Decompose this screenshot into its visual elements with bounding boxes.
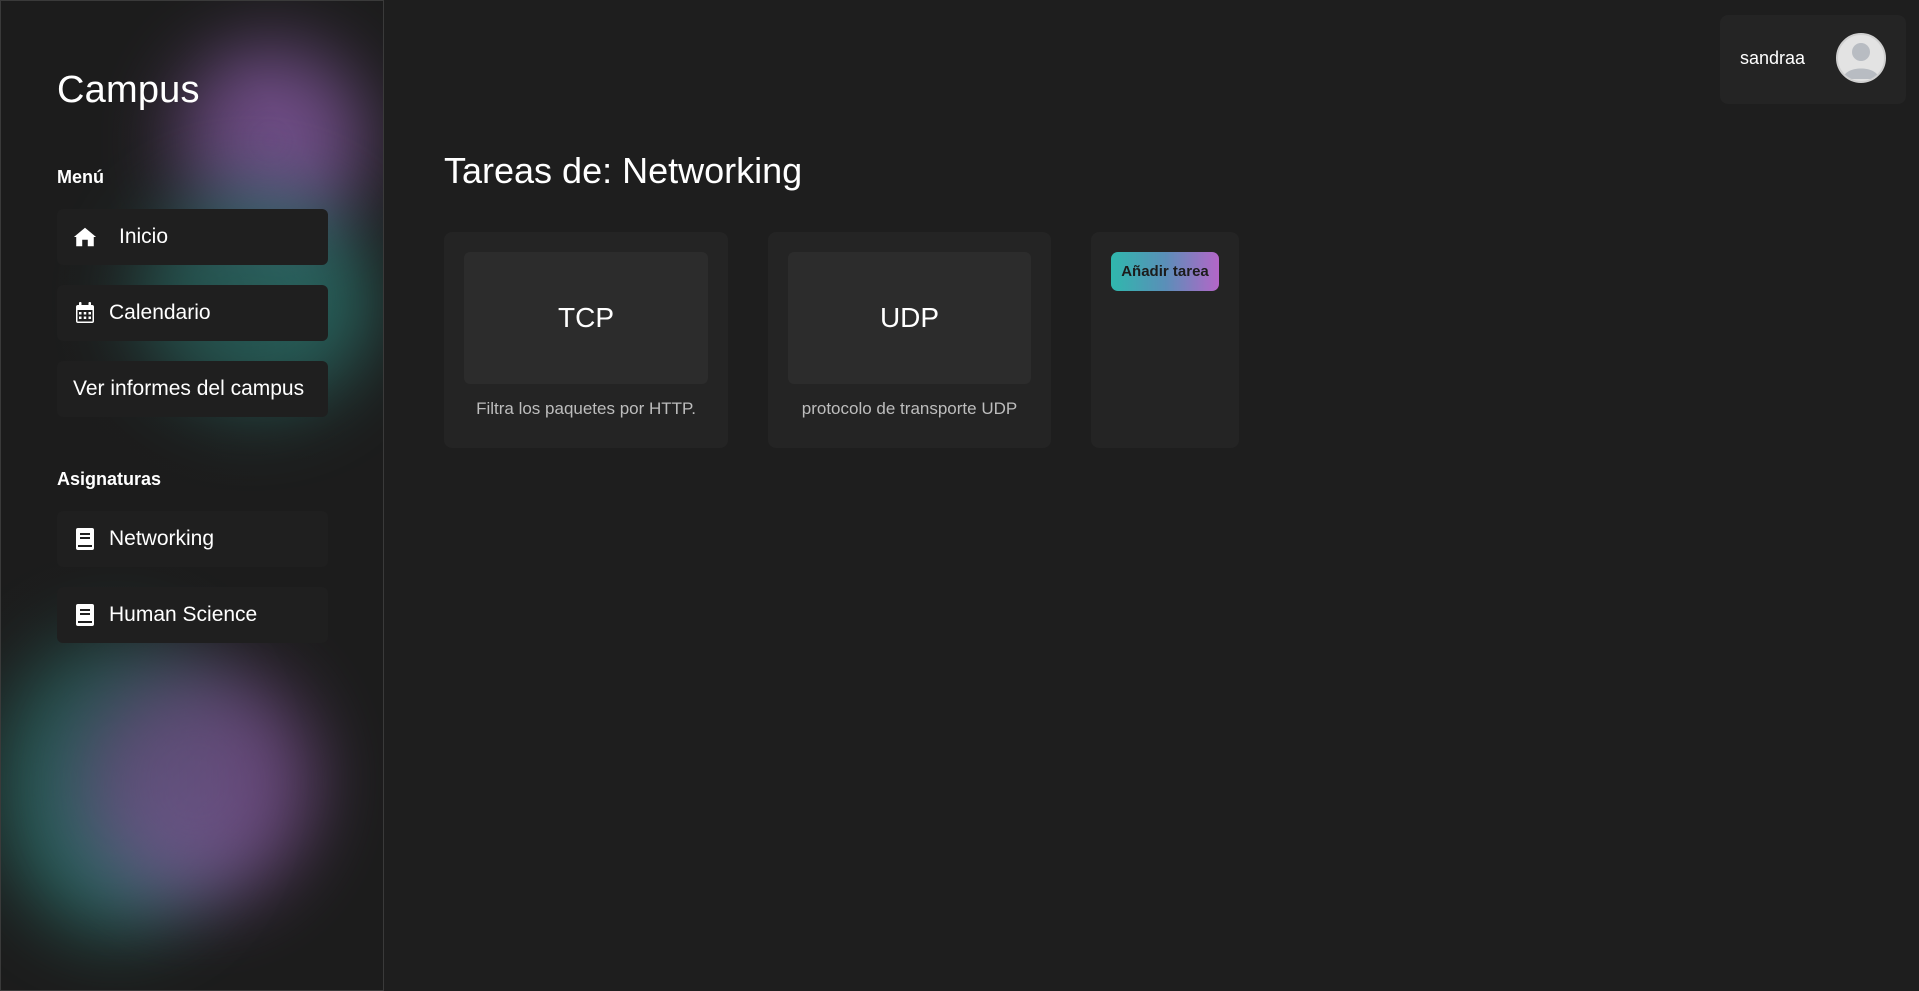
book-icon: [73, 527, 97, 551]
task-card[interactable]: TCP Filtra los paquetes por HTTP.: [444, 232, 728, 448]
calendar-icon: [73, 301, 97, 325]
user-avatar-icon: [1843, 43, 1879, 79]
sidebar-shade: [1, 1, 383, 990]
sidebar-item-label: Human Science: [109, 603, 258, 626]
task-title: UDP: [788, 252, 1031, 384]
sidebar-item-inicio[interactable]: Inicio: [57, 209, 328, 265]
sidebar-item-informes[interactable]: Ver informes del campus: [57, 361, 328, 417]
sidebar-item-label: Calendario: [109, 301, 211, 324]
page-title: Tareas de: Networking: [444, 150, 803, 191]
avatar[interactable]: [1836, 33, 1886, 83]
add-task-button[interactable]: Añadir tarea: [1111, 252, 1219, 291]
task-card[interactable]: UDP protocolo de transporte UDP: [768, 232, 1051, 448]
user-menu[interactable]: sandraa: [1720, 15, 1906, 104]
sidebar-item-label: Ver informes del campus: [73, 377, 305, 400]
app-title: Campus: [57, 69, 200, 111]
task-description: Filtra los paquetes por HTTP.: [476, 399, 696, 418]
sidebar-item-networking[interactable]: Networking: [57, 511, 328, 567]
sidebar-item-human-science[interactable]: Human Science: [57, 587, 328, 643]
sidebar-item-label: Networking: [109, 527, 215, 550]
sidebar-item-label: Inicio: [119, 225, 169, 248]
sidebar-item-calendario[interactable]: Calendario: [57, 285, 328, 341]
decorative-blob: [1, 631, 231, 931]
menu-section-label: Menú: [57, 167, 104, 187]
home-icon: [73, 225, 97, 249]
sidebar: Campus Menú Inicio Calendario Ver inform…: [0, 0, 384, 991]
task-title: TCP: [464, 252, 708, 384]
book-icon: [73, 603, 97, 627]
decorative-blob: [81, 661, 311, 901]
add-task-card: Añadir tarea: [1091, 232, 1239, 448]
username: sandraa: [1740, 48, 1806, 68]
decorative-blob: [176, 46, 366, 236]
task-description: protocolo de transporte UDP: [801, 399, 1018, 418]
subjects-section-label: Asignaturas: [57, 469, 162, 489]
